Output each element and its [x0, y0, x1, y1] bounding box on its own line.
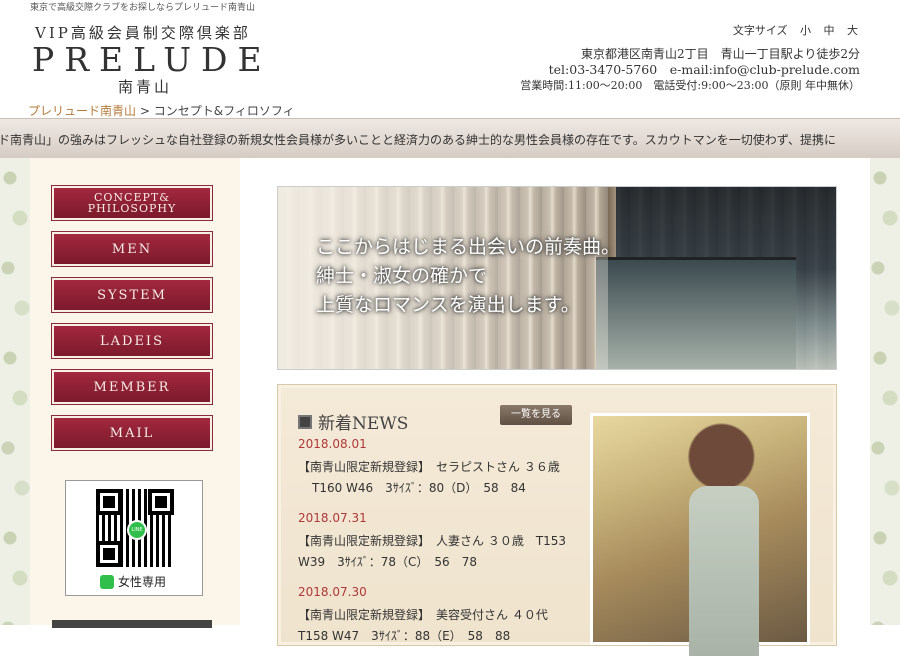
news-title: 新着NEWS — [318, 414, 409, 434]
vine-decoration-left — [0, 158, 30, 625]
logo-subtitle[interactable]: 南青山 — [118, 76, 172, 97]
news-date: 2018.07.30 — [298, 585, 367, 599]
news-text-line2: W39 3ｻｲｽﾞ：78（C） 56 78 — [298, 555, 477, 569]
news-text-line2: T160 W46 3ｻｲｽﾞ：80（D） 58 84 — [312, 481, 526, 495]
vine-decoration-right — [870, 158, 900, 625]
hero-line2: 紳士・淑女の確かで — [316, 265, 488, 287]
news-item[interactable]: 2018.07.31 【南青山限定新規登録】 人妻さん ３０歳 T153 W39… — [298, 511, 583, 573]
business-hours: 営業時間:11:00～20:00 電話受付:9:00～23:00（原則 年中無休… — [520, 79, 860, 92]
breadcrumb-current: コンセプト&フィロソフィ — [153, 104, 295, 118]
news-text-line2: T158 W47 3ｻｲｽﾞ：88（E） 58 88 — [298, 629, 511, 643]
font-size-label: 文字サイズ — [732, 24, 788, 37]
tel-email[interactable]: tel:03-3470-5760 e-mail:info@club-prelud… — [520, 62, 860, 78]
nav-system-button[interactable]: SYSTEM — [51, 277, 213, 313]
news-photo — [590, 413, 810, 656]
font-size-small-button[interactable]: 小 — [800, 24, 811, 37]
sidebar-bottom-bar — [52, 620, 212, 628]
hero-line1: ここからはじまる出会いの前奏曲。 — [316, 236, 621, 258]
ticker-text: ード南青山」の強みはフレッシュな自社登録の新規女性会員様が多いことと経済力のある… — [0, 133, 836, 147]
font-size-control: 文字サイズ 小 中 大 — [733, 22, 858, 38]
breadcrumb-separator: > — [139, 104, 150, 118]
site-tagline: 東京で高級交際クラブをお探しならプレリュード南青山 — [30, 3, 256, 13]
nav-men-button[interactable]: MEN — [51, 231, 213, 267]
news-item[interactable]: 2018.08.01 【南青山限定新規登録】 セラピストさん ３６歳 T160 … — [298, 437, 583, 499]
hero-storefront — [596, 257, 796, 369]
qr-caption: 女性専用 — [100, 573, 166, 590]
news-heading: 新着NEWS — [298, 409, 408, 434]
sidebar: CONCEPT& PHILOSOPHY MEN SYSTEM LADEIS ME… — [30, 158, 241, 625]
line-badge-icon: LINE — [127, 520, 147, 540]
address: 東京都港区南青山2丁目 青山一丁目駅より徒歩2分 — [580, 47, 860, 61]
font-size-medium-button[interactable]: 中 — [824, 24, 835, 37]
nav-ladeis-button[interactable]: LADEIS — [51, 323, 213, 359]
main-content: ここからはじまる出会いの前奏曲。 紳士・淑女の確かで 上質なロマンスを演出します… — [240, 158, 870, 656]
breadcrumb-home-link[interactable]: プレリュード南青山 — [28, 104, 136, 118]
news-list-button[interactable]: 一覧を見る — [500, 405, 572, 425]
logo[interactable]: PRELUDE — [32, 40, 272, 79]
nav-member-button[interactable]: MEMBER — [51, 369, 213, 405]
ticker-bar: ード南青山」の強みはフレッシュな自社登録の新規女性会員様が多いことと経済力のある… — [0, 118, 900, 160]
news-text-line1: 【南青山限定新規登録】 人妻さん ３０歳 T153 — [298, 534, 567, 548]
news-date: 2018.07.31 — [298, 511, 367, 525]
hero-image: ここからはじまる出会いの前奏曲。 紳士・淑女の確かで 上質なロマンスを演出します… — [277, 186, 837, 370]
nav-concept-philosophy-button[interactable]: CONCEPT& PHILOSOPHY — [51, 185, 213, 221]
news-text-line1: 【南青山限定新規登録】 セラピストさん ３６歳 — [298, 460, 560, 474]
line-icon — [100, 574, 114, 589]
qr-code: LINE — [96, 489, 174, 567]
news-item[interactable]: 2018.07.30 【南青山限定新規登録】 美容受付さん ４０代 T158 W… — [298, 585, 583, 647]
nav-concept-line2: PHILOSOPHY — [87, 202, 177, 215]
hero-copy: ここからはじまる出会いの前奏曲。 紳士・淑女の確かで 上質なロマンスを演出します… — [316, 233, 620, 320]
qr-corner — [96, 541, 122, 567]
breadcrumb: プレリュード南青山 > コンセプト&フィロソフィ — [28, 102, 295, 119]
qr-caption-text: 女性専用 — [118, 575, 167, 589]
photo-figure — [689, 486, 759, 656]
nav-mail-button[interactable]: MAIL — [51, 415, 213, 451]
news-panel: 新着NEWS 一覧を見る 2018.08.01 【南青山限定新規登録】 セラピス… — [277, 384, 837, 656]
square-icon — [298, 414, 312, 429]
line-qr-card[interactable]: LINE 女性専用 — [65, 480, 203, 596]
contact-info: 東京都港区南青山2丁目 青山一丁目駅より徒歩2分 tel:03-3470-576… — [520, 46, 860, 94]
news-date: 2018.08.01 — [298, 437, 367, 451]
font-size-large-button[interactable]: 大 — [847, 24, 858, 37]
news-text-line1: 【南青山限定新規登録】 美容受付さん ４０代 — [298, 608, 548, 622]
hero-line3: 上質なロマンスを演出します。 — [316, 294, 580, 316]
news-list: 2018.08.01 【南青山限定新規登録】 セラピストさん ３６歳 T160 … — [298, 437, 583, 659]
